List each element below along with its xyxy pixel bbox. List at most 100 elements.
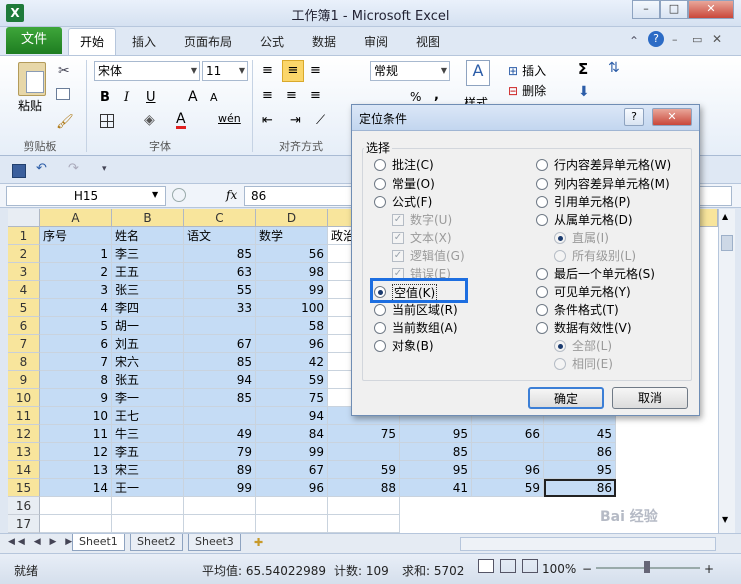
cell-d14[interactable]: 67 bbox=[256, 461, 328, 479]
tab-data[interactable]: 数据 bbox=[312, 33, 336, 50]
cell-d3[interactable]: 98 bbox=[256, 263, 328, 281]
paste-button[interactable]: 粘贴 bbox=[18, 97, 42, 114]
redo-icon[interactable]: ↷ bbox=[68, 161, 79, 176]
cell-d13[interactable]: 99 bbox=[256, 443, 328, 461]
cell-e12[interactable]: 75 bbox=[328, 425, 400, 443]
cell-h13[interactable]: 86 bbox=[544, 443, 616, 461]
cell-d6[interactable]: 58 bbox=[256, 317, 328, 335]
cell-b14[interactable]: 宋三 bbox=[112, 461, 184, 479]
copy-icon[interactable] bbox=[56, 88, 70, 100]
undo-icon[interactable]: ↶ bbox=[36, 161, 47, 176]
cell-a1[interactable]: 序号 bbox=[40, 227, 112, 245]
workbook-restore-icon[interactable]: ▭ bbox=[692, 33, 702, 46]
cell-e15[interactable]: 88 bbox=[328, 479, 400, 497]
cell-d11[interactable]: 94 bbox=[256, 407, 328, 425]
cell-c14[interactable]: 89 bbox=[184, 461, 256, 479]
scroll-thumb[interactable] bbox=[721, 235, 733, 251]
cell-b8[interactable]: 宋六 bbox=[112, 353, 184, 371]
align-middle-icon[interactable]: ≡ bbox=[282, 60, 304, 82]
cell-a12[interactable]: 11 bbox=[40, 425, 112, 443]
align-center-icon[interactable]: ≡ bbox=[286, 88, 297, 103]
zoom-in-button[interactable]: + bbox=[704, 562, 714, 576]
cell-c9[interactable]: 94 bbox=[184, 371, 256, 389]
row-header[interactable]: 1 bbox=[8, 227, 40, 245]
percent-button[interactable]: % bbox=[410, 90, 421, 104]
cell-d9[interactable]: 59 bbox=[256, 371, 328, 389]
cell-g12[interactable]: 66 bbox=[472, 425, 544, 443]
chevron-down-icon[interactable]: ▼ bbox=[152, 190, 158, 199]
cell-f14[interactable]: 95 bbox=[400, 461, 472, 479]
number-format-select[interactable]: 常规 ▼ bbox=[370, 61, 450, 81]
cell-a17[interactable] bbox=[40, 515, 112, 533]
cell-g14[interactable]: 96 bbox=[472, 461, 544, 479]
font-size-select[interactable]: 11 ▼ bbox=[202, 61, 248, 81]
cell-a2[interactable]: 1 bbox=[40, 245, 112, 263]
row-header[interactable]: 8 bbox=[8, 353, 40, 371]
row-header[interactable]: 13 bbox=[8, 443, 40, 461]
cell-a16[interactable] bbox=[40, 497, 112, 515]
borders-icon[interactable] bbox=[100, 114, 114, 128]
normal-view-icon[interactable] bbox=[478, 559, 494, 573]
cell-c3[interactable]: 63 bbox=[184, 263, 256, 281]
cell-c17[interactable] bbox=[184, 515, 256, 533]
row-header[interactable]: 16 bbox=[8, 497, 40, 515]
cell-b12[interactable]: 牛三 bbox=[112, 425, 184, 443]
cancel-button[interactable]: 取消 bbox=[612, 387, 688, 409]
cell-b11[interactable]: 王七 bbox=[112, 407, 184, 425]
cell-a4[interactable]: 3 bbox=[40, 281, 112, 299]
cell-c15[interactable]: 99 bbox=[184, 479, 256, 497]
row-header[interactable]: 11 bbox=[8, 407, 40, 425]
row-header[interactable]: 15 bbox=[8, 479, 40, 497]
cell-f12[interactable]: 95 bbox=[400, 425, 472, 443]
format-painter-icon[interactable]: 🖌 bbox=[56, 114, 74, 130]
tab-insert[interactable]: 插入 bbox=[132, 33, 156, 50]
cell-g13[interactable] bbox=[472, 443, 544, 461]
cell-a8[interactable]: 7 bbox=[40, 353, 112, 371]
align-left-icon[interactable]: ≡ bbox=[262, 88, 273, 103]
cell-d7[interactable]: 96 bbox=[256, 335, 328, 353]
cell-d8[interactable]: 42 bbox=[256, 353, 328, 371]
cell-b17[interactable] bbox=[112, 515, 184, 533]
row-header[interactable]: 3 bbox=[8, 263, 40, 281]
scroll-down-icon[interactable]: ▼ bbox=[722, 515, 728, 524]
sheet-tab-sheet1[interactable]: Sheet1 bbox=[72, 534, 125, 551]
cell-a3[interactable]: 2 bbox=[40, 263, 112, 281]
vertical-scrollbar[interactable]: ▲ ▼ bbox=[718, 209, 735, 533]
grow-font-button[interactable]: A bbox=[188, 89, 198, 105]
bold-button[interactable]: B bbox=[100, 90, 110, 105]
row-header[interactable]: 7 bbox=[8, 335, 40, 353]
italic-button[interactable]: I bbox=[124, 90, 129, 105]
cell-f15[interactable]: 41 bbox=[400, 479, 472, 497]
underline-button[interactable]: U bbox=[146, 90, 156, 105]
cell-b7[interactable]: 刘五 bbox=[112, 335, 184, 353]
cell-d12[interactable]: 84 bbox=[256, 425, 328, 443]
cell-c6[interactable] bbox=[184, 317, 256, 335]
row-header[interactable]: 2 bbox=[8, 245, 40, 263]
cell-c8[interactable]: 85 bbox=[184, 353, 256, 371]
phonetic-button[interactable]: wén bbox=[218, 112, 241, 125]
fill-icon[interactable]: ⬇ bbox=[578, 84, 590, 100]
cell-c2[interactable]: 85 bbox=[184, 245, 256, 263]
zoom-slider-thumb[interactable] bbox=[644, 561, 650, 573]
help-icon[interactable]: ? bbox=[648, 31, 664, 47]
cell-a14[interactable]: 13 bbox=[40, 461, 112, 479]
row-header[interactable]: 17 bbox=[8, 515, 40, 533]
zoom-level[interactable]: 100% bbox=[542, 562, 576, 576]
cell-c13[interactable]: 79 bbox=[184, 443, 256, 461]
select-all-corner[interactable] bbox=[8, 209, 40, 227]
sheet-tab-sheet3[interactable]: Sheet3 bbox=[188, 534, 241, 551]
tab-page-layout[interactable]: 页面布局 bbox=[184, 33, 232, 50]
close-window-button[interactable]: ✕ bbox=[688, 0, 734, 19]
tab-view[interactable]: 视图 bbox=[416, 33, 440, 50]
cell-a9[interactable]: 8 bbox=[40, 371, 112, 389]
autosum-button[interactable]: Σ bbox=[578, 60, 588, 78]
cell-d10[interactable]: 75 bbox=[256, 389, 328, 407]
row-header[interactable]: 12 bbox=[8, 425, 40, 443]
cell-d16[interactable] bbox=[256, 497, 328, 515]
cell-e16[interactable] bbox=[328, 497, 400, 515]
page-layout-view-icon[interactable] bbox=[500, 559, 516, 573]
sheet-tab-sheet2[interactable]: Sheet2 bbox=[130, 534, 183, 551]
cell-a7[interactable]: 6 bbox=[40, 335, 112, 353]
tab-home[interactable]: 开始 bbox=[68, 28, 116, 56]
insert-cells-button[interactable]: ⊞ 插入 bbox=[508, 62, 546, 79]
